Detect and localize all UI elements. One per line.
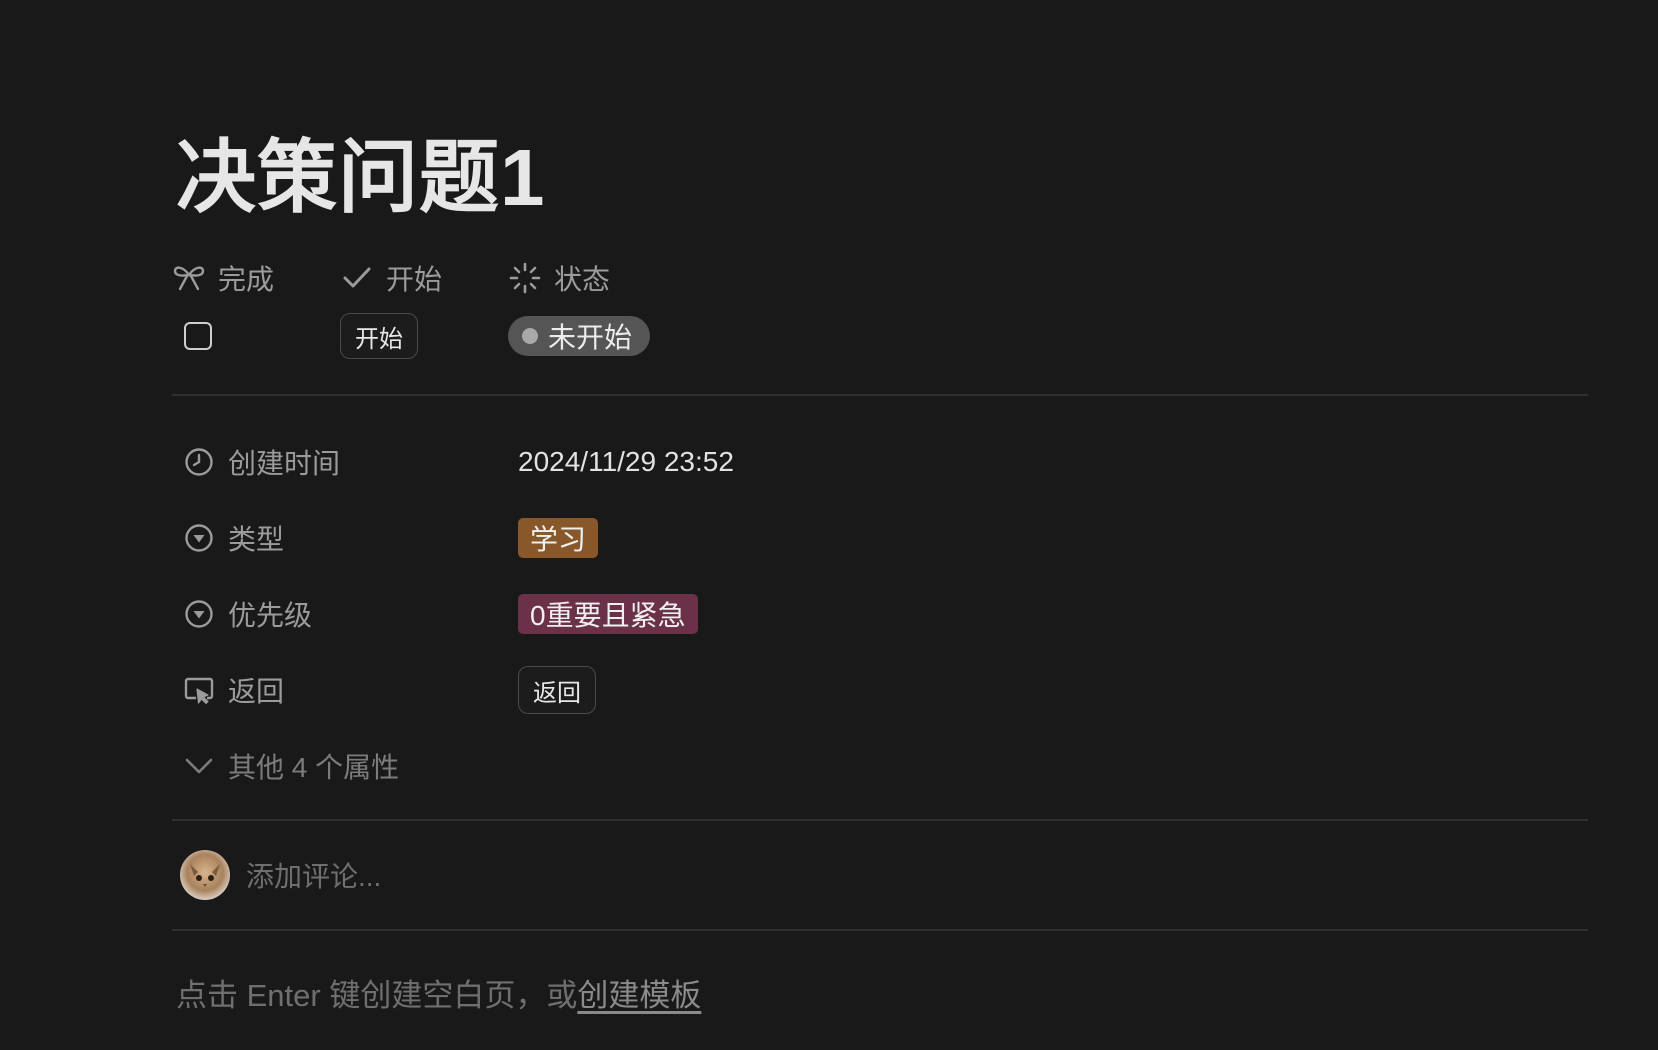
property-status: 状态 未开始 xyxy=(508,258,651,360)
label-text: 返回 xyxy=(228,676,285,707)
property-created-time: 创建时间 2024/11/29 23:52 xyxy=(172,434,1172,490)
cursor-click-icon xyxy=(182,673,216,707)
property-status-label: 状态 xyxy=(554,264,611,295)
start-button[interactable]: 开始 xyxy=(340,313,418,359)
checkmark-icon xyxy=(340,261,374,295)
more-properties-toggle[interactable]: 其他 4 个属性 xyxy=(172,738,399,794)
label-text: 创建时间 xyxy=(228,448,341,479)
property-done-label: 完成 xyxy=(218,264,275,295)
back-button[interactable]: 返回 xyxy=(518,666,596,714)
status-dot xyxy=(522,328,538,344)
avatar xyxy=(180,850,230,900)
create-template-link[interactable]: 创建模板 xyxy=(577,978,701,1013)
done-checkbox[interactable] xyxy=(184,322,212,350)
property-created-time-label[interactable]: 创建时间 xyxy=(172,442,518,482)
created-time-value: 2024/11/29 23:52 xyxy=(518,446,734,477)
property-type: 类型 学习 xyxy=(172,510,1172,566)
property-back-label[interactable]: 返回 xyxy=(172,670,518,710)
property-type-label[interactable]: 类型 xyxy=(172,518,518,558)
bow-icon xyxy=(172,261,206,295)
page-title[interactable]: 决策问题1 xyxy=(176,128,546,228)
loading-icon xyxy=(508,261,542,295)
more-properties-label: 其他 4 个属性 xyxy=(228,752,400,783)
status-value: 未开始 xyxy=(548,322,633,353)
property-priority-label[interactable]: 优先级 xyxy=(172,594,518,634)
select-icon xyxy=(182,597,216,631)
divider xyxy=(172,819,1588,821)
property-done-header[interactable]: 完成 xyxy=(172,258,274,298)
hint-text: 点击 Enter 键创建空白页，或 xyxy=(176,978,578,1013)
property-back: 返回 返回 xyxy=(172,662,1172,718)
property-status-header[interactable]: 状态 xyxy=(508,258,650,298)
priority-tag[interactable]: 0重要且紧急 xyxy=(518,594,698,634)
status-badge[interactable]: 未开始 xyxy=(508,316,651,356)
type-tag[interactable]: 学习 xyxy=(518,518,599,558)
divider xyxy=(172,394,1588,396)
chevron-down-icon xyxy=(182,749,216,783)
comment-input[interactable]: 添加评论... xyxy=(246,855,381,895)
label-text: 优先级 xyxy=(228,600,313,631)
property-done: 完成 xyxy=(172,258,274,360)
divider xyxy=(172,929,1588,931)
empty-page-hint: 点击 Enter 键创建空白页，或创建模板 xyxy=(176,970,701,1015)
label-text: 类型 xyxy=(228,524,285,555)
property-start: 开始 开始 xyxy=(340,258,442,360)
property-start-label: 开始 xyxy=(386,264,443,295)
property-priority: 优先级 0重要且紧急 xyxy=(172,586,1172,642)
property-start-header[interactable]: 开始 xyxy=(340,258,442,298)
clock-icon xyxy=(182,445,216,479)
select-icon xyxy=(182,521,216,555)
comment-box[interactable]: 添加评论... xyxy=(180,850,381,900)
